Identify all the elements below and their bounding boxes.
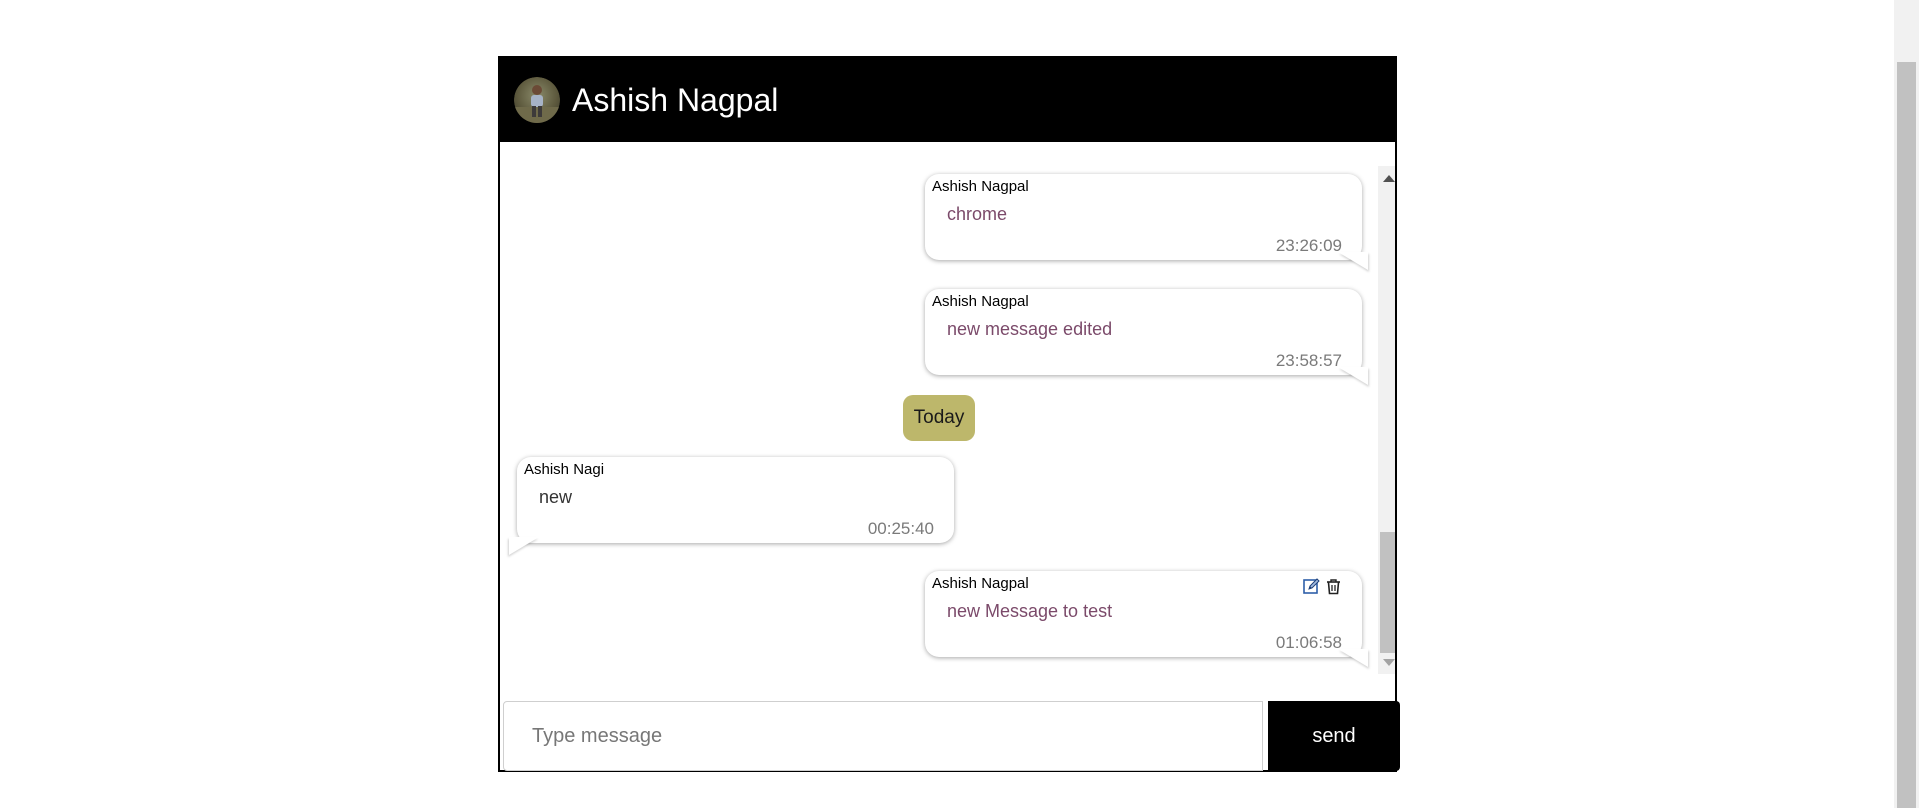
bubble-tail <box>1338 367 1368 385</box>
trash-icon[interactable] <box>1325 578 1342 595</box>
send-button[interactable]: send <box>1268 701 1400 771</box>
scroll-down-arrow-icon[interactable] <box>1383 659 1395 666</box>
messages-scrollbar-thumb[interactable] <box>1380 532 1395 653</box>
page-scrollbar-thumb[interactable] <box>1897 62 1916 808</box>
message-bubble[interactable]: Ashish Nagpal new message edited 23:58:5… <box>925 289 1368 385</box>
message-time: 01:06:58 <box>1275 633 1342 652</box>
edit-icon[interactable] <box>1303 578 1320 595</box>
avatar[interactable] <box>514 77 560 123</box>
message-time: 23:26:09 <box>1275 236 1342 255</box>
message-bubble[interactable]: Ashish Nagpal new Message to test 01:06:… <box>925 571 1368 667</box>
contact-name: Ashish Nagpal <box>572 82 779 118</box>
message-sender: Ashish Nagpal <box>932 575 1029 592</box>
message-text: chrome <box>947 204 1008 224</box>
scroll-up-arrow-icon[interactable] <box>1383 175 1395 182</box>
message-bubble[interactable]: Ashish Nagpal chrome 23:26:09 <box>925 174 1368 270</box>
bubble-tail <box>1338 252 1368 270</box>
message-bubble[interactable]: Ashish Nagi new 00:25:40 <box>509 457 954 555</box>
message-text: new Message to test <box>947 601 1113 621</box>
bubble-tail <box>509 537 539 555</box>
message-sender: Ashish Nagpal <box>932 293 1029 310</box>
messages-scrollbar[interactable] <box>1378 166 1395 674</box>
chat-window: Ashish Nagpal Ashish Nagpal chrome 23:26… <box>498 56 1400 772</box>
date-separator: Today <box>903 395 975 441</box>
message-list[interactable]: Ashish Nagpal chrome 23:26:09 Ashish Nag… <box>500 166 1395 674</box>
message-input[interactable] <box>503 701 1263 771</box>
message-time: 23:58:57 <box>1275 351 1342 370</box>
page-scrollbar[interactable] <box>1894 0 1919 808</box>
message-sender: Ashish Nagpal <box>932 178 1029 195</box>
avatar-image <box>514 77 560 123</box>
message-sender: Ashish Nagi <box>524 461 605 478</box>
message-time: 00:25:40 <box>867 519 934 538</box>
chat-header: Ashish Nagpal <box>498 56 1397 142</box>
message-actions <box>1303 578 1342 595</box>
message-text: new <box>539 487 573 507</box>
message-text: new message edited <box>947 319 1113 339</box>
bubble-tail <box>1338 649 1368 667</box>
message-composer: send <box>503 701 1400 771</box>
